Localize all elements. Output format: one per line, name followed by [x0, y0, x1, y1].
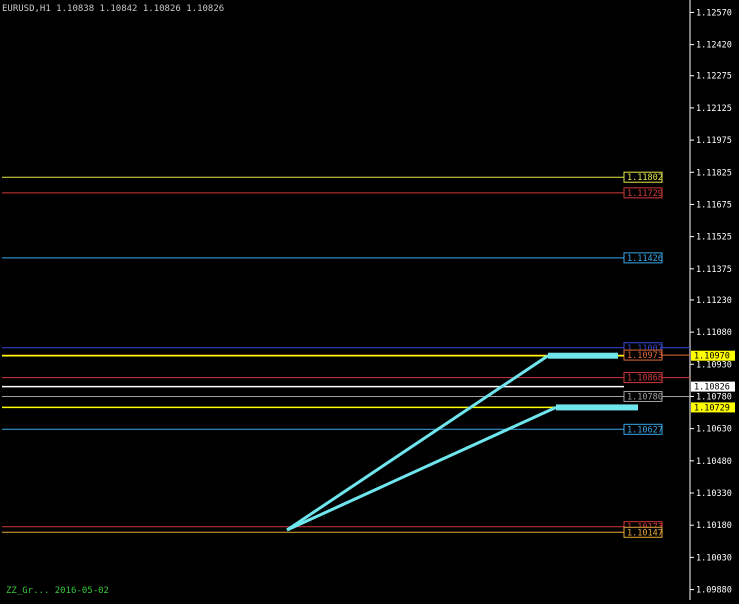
- level-box-label-2: 1.11426: [627, 254, 663, 264]
- y-tick-label-11: 1.10930: [696, 360, 732, 370]
- candlestick-chart[interactable]: 1.12570 1.12420 1.12275 1.12125 1.11975 1.118…: [0, 0, 739, 600]
- y-tick-label-13: 1.10630: [696, 425, 732, 435]
- level-box-label-0: 1.11802: [627, 173, 663, 183]
- y-tick-label-18: 1.09880: [696, 586, 732, 596]
- y-tick-label-9: 1.11230: [696, 296, 732, 306]
- arrow-to-support: [286, 406, 557, 532]
- level-box-label-8: 1.10780: [627, 392, 663, 402]
- level-box-label-1: 1.11729: [627, 189, 663, 199]
- y-tick-label-6: 1.11675: [696, 200, 732, 210]
- y-tick-label-15: 1.10330: [696, 489, 732, 499]
- y-tick-label-1: 1.12420: [696, 41, 732, 51]
- level-box-label-12: 1.10147: [627, 528, 663, 538]
- target-zone-lower: [556, 404, 638, 411]
- target-zone-upper: [548, 352, 618, 359]
- y-tick-label-5: 1.11825: [696, 168, 732, 178]
- y-tick-label-2: 1.12275: [696, 72, 732, 82]
- y-tick-label-10: 1.11080: [696, 328, 732, 338]
- level-box-label-4: 1.10973: [627, 351, 663, 361]
- chart-svg[interactable]: 1.12570 1.12420 1.12275 1.12125 1.11975 1.118…: [0, 0, 739, 600]
- y-tick-label-8: 1.11375: [696, 265, 732, 275]
- level-tag-label-7: 1.10826: [694, 383, 730, 393]
- y-tick-label-3: 1.12125: [696, 104, 732, 114]
- y-tick-label-14: 1.10480: [696, 457, 732, 467]
- y-tick-label-7: 1.11525: [696, 233, 732, 243]
- chart-ohlc-caption: EURUSD,H1 1.10838 1.10842 1.10826 1.1082…: [2, 4, 225, 14]
- y-tick-label-16: 1.10180: [696, 521, 732, 531]
- level-box-label-6: 1.10868: [627, 374, 663, 384]
- y-tick-label-0: 1.12570: [696, 8, 732, 18]
- arrow-to-resistance: [286, 354, 549, 532]
- level-tag-label-9: 1.10729: [694, 403, 730, 413]
- y-tick-label-17: 1.10030: [696, 553, 732, 563]
- indicator-caption: ZZ_Gr... 2016-05-02: [6, 586, 109, 596]
- level-box-label-10: 1.10627: [627, 425, 663, 435]
- y-tick-label-4: 1.11975: [696, 136, 732, 146]
- y-tick-label-12: 1.10780: [696, 392, 732, 402]
- level-tag-label-5: 1.10970: [694, 352, 730, 362]
